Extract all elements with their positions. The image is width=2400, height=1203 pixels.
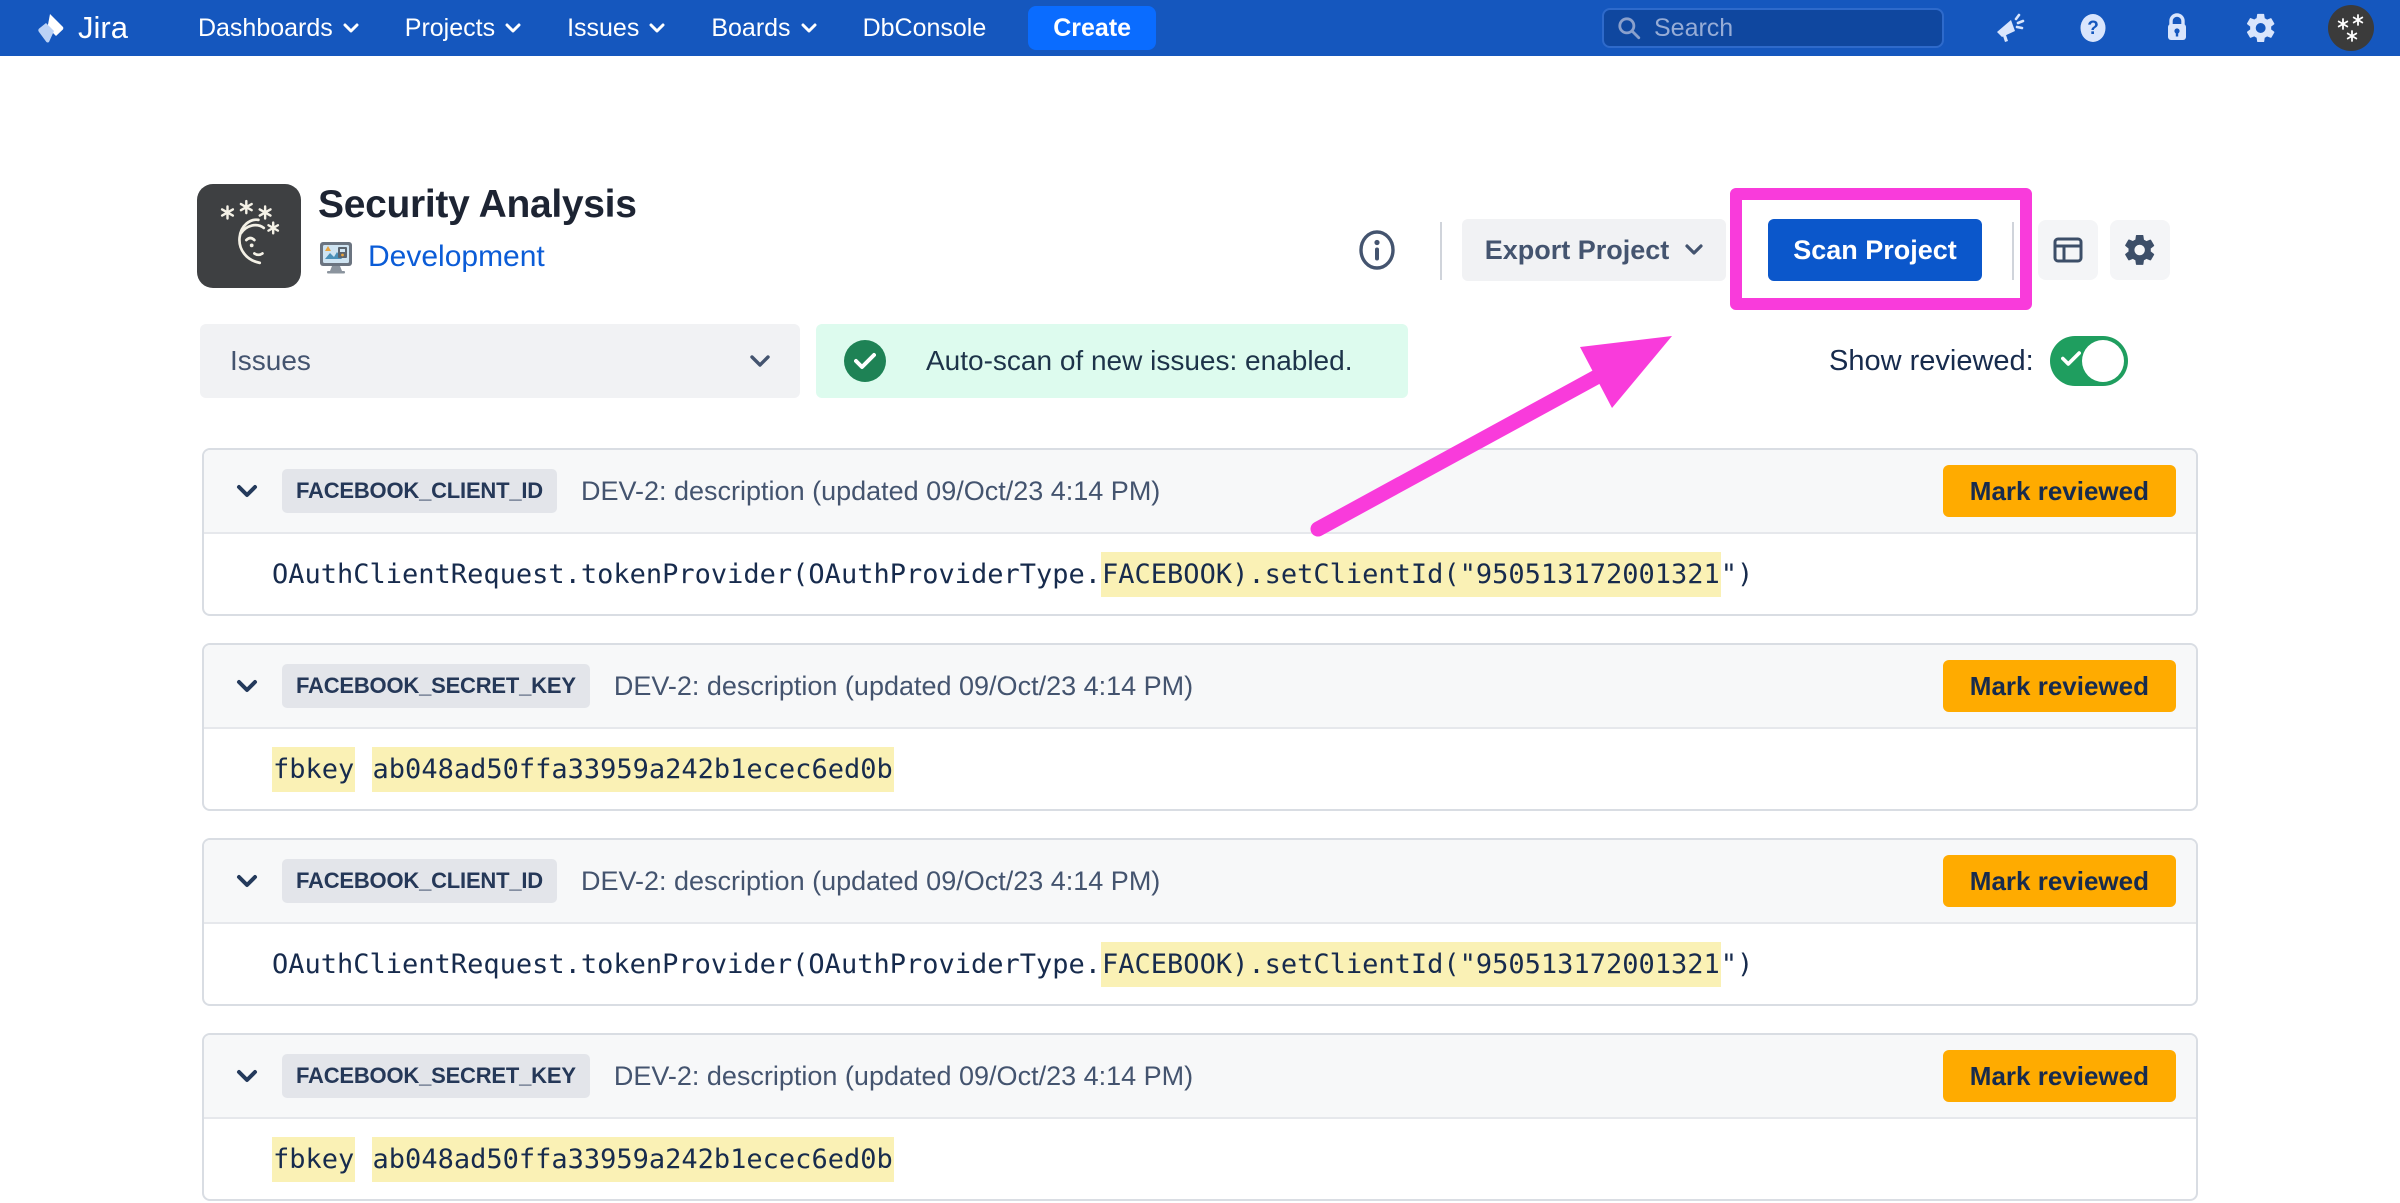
check-circle-icon <box>844 340 886 382</box>
autoscan-banner: Auto-scan of new issues: enabled. <box>816 324 1408 398</box>
issue-title: DEV-2: description (updated 09/Oct/23 4:… <box>581 476 1160 507</box>
issue-code-line: OAuthClientRequest.tokenProvider(OAuthPr… <box>204 534 2196 614</box>
issue-card: FACEBOOK_CLIENT_ID DEV-2: description (u… <box>202 448 2198 616</box>
code-segment-highlighted: ab048ad50ffa33959a242b1ecec6ed0b <box>372 747 894 792</box>
issue-card-header: FACEBOOK_SECRET_KEY DEV-2: description (… <box>204 645 2196 729</box>
gear-icon[interactable] <box>2244 11 2278 45</box>
code-segment <box>355 1137 371 1182</box>
divider <box>1440 222 1442 280</box>
chevron-down-icon <box>649 23 665 33</box>
nav-item-issues[interactable]: Issues <box>567 14 665 43</box>
lock-icon[interactable] <box>2160 11 2194 45</box>
project-settings-button[interactable] <box>2110 220 2170 280</box>
issue-card-header: FACEBOOK_CLIENT_ID DEV-2: description (u… <box>204 840 2196 924</box>
computer-emoji-icon <box>316 237 356 277</box>
show-reviewed-control: Show reviewed: <box>1829 324 2128 398</box>
project-category-row: Development <box>316 237 545 277</box>
nav-item-dashboards[interactable]: Dashboards <box>198 14 359 43</box>
nav-item-projects[interactable]: Projects <box>405 14 521 43</box>
page-title: Security Analysis <box>318 183 637 227</box>
issue-type-badge: FACEBOOK_SECRET_KEY <box>282 664 590 708</box>
chevron-down-icon <box>801 23 817 33</box>
gear-icon <box>2122 232 2158 268</box>
panel-layout-icon <box>2050 232 2086 268</box>
autoscan-banner-text: Auto-scan of new issues: enabled. <box>926 345 1352 377</box>
chevron-down-icon <box>1685 244 1703 256</box>
chevron-down-icon <box>505 23 521 33</box>
collapse-chevron-button[interactable] <box>236 874 258 888</box>
code-segment-highlighted: FACEBOOK).setClientId("950513172001321 <box>1101 552 1721 597</box>
code-segment-highlighted: fbkey <box>272 1137 355 1182</box>
issue-title: DEV-2: description (updated 09/Oct/23 4:… <box>614 671 1193 702</box>
code-segment-highlighted: FACEBOOK).setClientId("950513172001321 <box>1101 942 1721 987</box>
top-navbar: Jira Dashboards Projects Issues Boards D… <box>0 0 2400 56</box>
issue-title: DEV-2: description (updated 09/Oct/23 4:… <box>614 1061 1193 1092</box>
mark-reviewed-button[interactable]: Mark reviewed <box>1943 660 2176 712</box>
svg-text:?: ? <box>2087 18 2099 39</box>
code-segment-highlighted: ab048ad50ffa33959a242b1ecec6ed0b <box>372 1137 894 1182</box>
show-reviewed-label: Show reviewed: <box>1829 345 2034 378</box>
nav-item-dbconsole[interactable]: DbConsole <box>863 14 987 43</box>
chevron-down-icon <box>236 679 258 693</box>
collapse-chevron-button[interactable] <box>236 484 258 498</box>
sidebar-layout-button[interactable] <box>2038 220 2098 280</box>
scan-project-button[interactable]: Scan Project <box>1768 219 1982 281</box>
nav-item-boards[interactable]: Boards <box>711 14 816 43</box>
chevron-down-icon <box>236 1069 258 1083</box>
user-avatar[interactable] <box>2328 5 2374 51</box>
issue-title: DEV-2: description (updated 09/Oct/23 4:… <box>581 866 1160 897</box>
collapse-chevron-button[interactable] <box>236 679 258 693</box>
search-box[interactable] <box>1602 8 1944 48</box>
code-segment: ") <box>1721 942 1754 987</box>
issue-code-line: fbkey ab048ad50ffa33959a242b1ecec6ed0b <box>204 1119 2196 1199</box>
project-avatar <box>197 184 301 288</box>
help-icon[interactable]: ? <box>2076 11 2110 45</box>
chevron-down-icon <box>236 484 258 498</box>
code-segment: OAuthClientRequest.tokenProvider(OAuthPr… <box>272 942 1101 987</box>
issue-card: FACEBOOK_SECRET_KEY DEV-2: description (… <box>202 643 2198 811</box>
nav-links: Dashboards Projects Issues Boards DbCons… <box>198 14 986 43</box>
mark-reviewed-button[interactable]: Mark reviewed <box>1943 855 2176 907</box>
show-reviewed-toggle[interactable] <box>2050 336 2128 386</box>
info-icon[interactable] <box>1356 229 1398 271</box>
issue-code-line: fbkey ab048ad50ffa33959a242b1ecec6ed0b <box>204 729 2196 809</box>
issue-type-badge: FACEBOOK_SECRET_KEY <box>282 1054 590 1098</box>
search-icon <box>1616 15 1642 41</box>
create-button[interactable]: Create <box>1028 6 1156 50</box>
issues-filter-select[interactable]: Issues <box>200 324 800 398</box>
mark-reviewed-button[interactable]: Mark reviewed <box>1943 1050 2176 1102</box>
chevron-down-icon <box>236 874 258 888</box>
code-segment: ") <box>1721 552 1754 597</box>
chevron-down-icon <box>750 355 770 368</box>
jira-logo-icon <box>34 11 68 45</box>
project-category-link[interactable]: Development <box>368 240 545 274</box>
search-input[interactable] <box>1654 14 1930 43</box>
issue-card-header: FACEBOOK_CLIENT_ID DEV-2: description (u… <box>204 450 2196 534</box>
code-segment-highlighted: fbkey <box>272 747 355 792</box>
collapse-chevron-button[interactable] <box>236 1069 258 1083</box>
mark-reviewed-button[interactable]: Mark reviewed <box>1943 465 2176 517</box>
issue-code-line: OAuthClientRequest.tokenProvider(OAuthPr… <box>204 924 2196 1004</box>
issue-card-header: FACEBOOK_SECRET_KEY DEV-2: description (… <box>204 1035 2196 1119</box>
check-icon <box>2061 350 2081 367</box>
jira-logo-text: Jira <box>78 10 128 46</box>
code-segment <box>355 747 371 792</box>
issue-card: FACEBOOK_SECRET_KEY DEV-2: description (… <box>202 1033 2198 1201</box>
issue-type-badge: FACEBOOK_CLIENT_ID <box>282 859 557 903</box>
toggle-knob <box>2082 340 2124 382</box>
divider <box>2012 222 2014 280</box>
issue-card: FACEBOOK_CLIENT_ID DEV-2: description (u… <box>202 838 2198 1006</box>
code-segment: OAuthClientRequest.tokenProvider(OAuthPr… <box>272 552 1101 597</box>
jira-logo[interactable]: Jira <box>34 10 128 46</box>
chevron-down-icon <box>343 23 359 33</box>
export-project-button[interactable]: Export Project <box>1462 219 1726 281</box>
announcement-icon[interactable] <box>1992 11 2026 45</box>
issue-type-badge: FACEBOOK_CLIENT_ID <box>282 469 557 513</box>
nav-icon-group: ? <box>1992 5 2374 51</box>
